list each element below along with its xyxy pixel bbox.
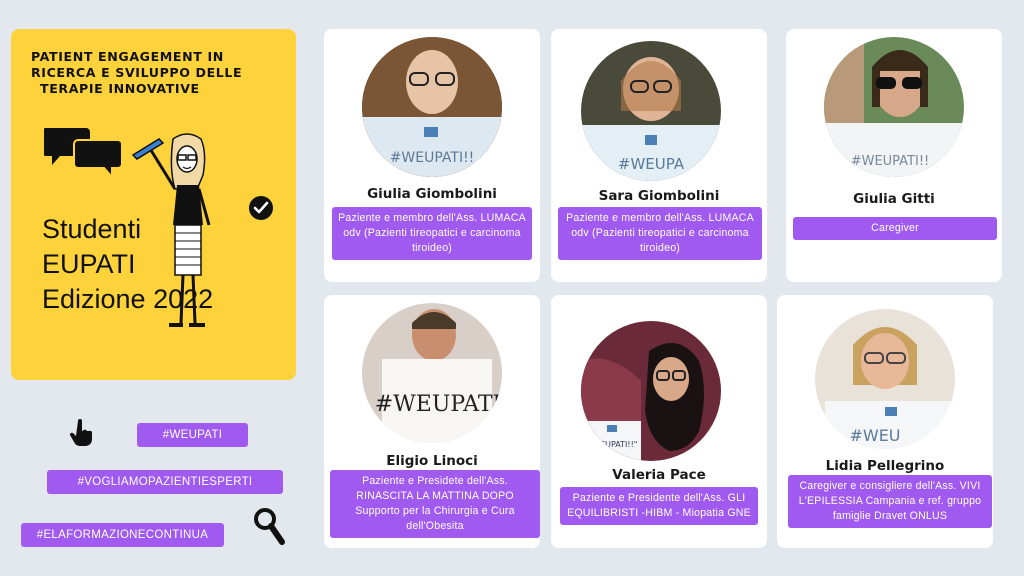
person-name: Sara Giombolini <box>598 188 720 204</box>
person-description: Caregiver <box>793 217 997 240</box>
profile-photo: #WEU <box>815 309 955 449</box>
profile-card: #WEUPATI Eligio Linoci Paziente e Presid… <box>324 295 540 548</box>
hashtag-vogliamopazientiesperti[interactable]: #VOGLIAMOPAZIENTIESPERTI <box>47 470 283 494</box>
profile-card: #WEUPA Sara Giombolini Paziente e membro… <box>551 29 767 282</box>
person-name: Valeria Pace <box>612 467 706 483</box>
pointing-hand-icon <box>69 419 93 446</box>
profile-photo: #WEUPATI!! <box>362 37 502 177</box>
sign-text: "WEUPATI!!" <box>588 440 637 449</box>
hashtag-weupati[interactable]: #WEUPATI <box>137 423 248 447</box>
panel-title-line: RICERCA E SVILUPPO DELLE <box>31 65 243 80</box>
panel-subtitle-line: EUPATI <box>42 249 136 279</box>
panel-subtitle: Studenti EUPATI Edizione 2022 <box>42 212 213 317</box>
person-name: Giulia Gitti <box>853 191 935 207</box>
person-name: Lidia Pellegrino <box>825 458 945 474</box>
chat-bubbles-icon <box>44 128 123 176</box>
checkmark-circle-icon <box>249 196 273 220</box>
sign-text: #WEUPATI!! <box>390 150 475 166</box>
profile-card: "WEUPATI!!" Valeria Pace Paziente e Pres… <box>551 295 767 548</box>
profile-card: #WEUPATI!! Giulia Gitti Caregiver <box>786 29 1002 282</box>
person-name: Giulia Giombolini <box>367 186 497 202</box>
person-description: Paziente e Presidete dell'Ass. RINASCITA… <box>330 470 540 538</box>
sign-text: #WEUPATI!! <box>851 154 930 169</box>
panel-title: PATIENT ENGAGEMENT IN RICERCA E SVILUPPO… <box>31 49 291 97</box>
profile-card: #WEUPATI!! Giulia Giombolini Paziente e … <box>324 29 540 282</box>
panel-title-line: PATIENT ENGAGEMENT IN <box>31 49 224 64</box>
profile-photo: "WEUPATI!!" <box>581 321 721 461</box>
sign-text: #WEUPATI <box>375 392 501 417</box>
person-description: Caregiver e consigliere dell'Ass. VIVI L… <box>788 475 992 528</box>
hashtag-elaformazionecontinua[interactable]: #ELAFORMAZIONECONTINUA <box>21 523 224 547</box>
sign-text: #WEU <box>849 426 900 445</box>
profile-photo: #WEUPATI <box>362 303 502 443</box>
panel-title-line: TERAPIE INNOVATIVE <box>40 81 200 96</box>
profile-photo: #WEUPA <box>581 41 721 181</box>
panel-subtitle-line: Studenti <box>42 214 142 244</box>
person-description: Paziente e membro dell'Ass. LUMACA odv (… <box>332 207 532 260</box>
magnifier-icon <box>254 508 285 545</box>
intro-panel: PATIENT ENGAGEMENT IN RICERCA E SVILUPPO… <box>11 29 296 380</box>
person-description: Paziente e membro dell'Ass. LUMACA odv (… <box>558 207 762 260</box>
profile-photo: #WEUPATI!! <box>824 37 964 177</box>
person-name: Eligio Linoci <box>386 453 478 469</box>
sign-text: #WEUPA <box>618 155 685 173</box>
profile-card: #WEU Lidia Pellegrino Caregiver e consig… <box>777 295 993 548</box>
panel-subtitle-line: Edizione 2022 <box>42 284 214 314</box>
person-description: Paziente e Presidente dell'Ass. GLI EQUI… <box>560 487 758 525</box>
